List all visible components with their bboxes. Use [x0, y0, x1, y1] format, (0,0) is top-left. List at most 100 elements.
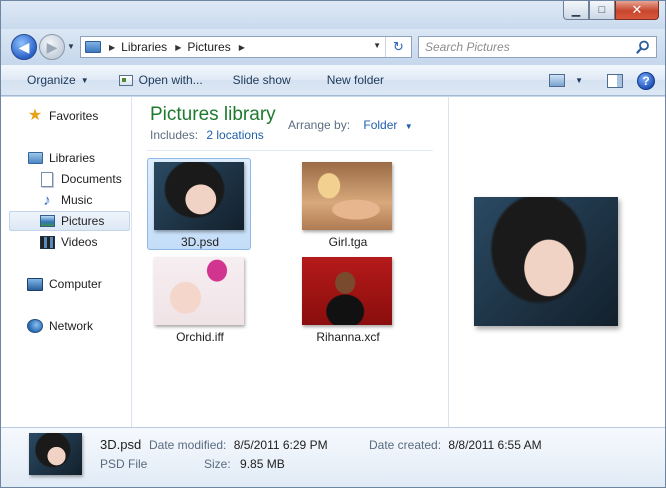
nav-music[interactable]: ♪ Music	[39, 190, 92, 210]
nav-libraries[interactable]: Libraries	[27, 148, 95, 168]
file-name: Rihanna.xcf	[316, 330, 380, 344]
chevron-down-icon: ▼	[80, 75, 89, 85]
forward-arrow-icon: ▶	[46, 38, 58, 55]
nav-network[interactable]: Network	[27, 316, 93, 336]
arrange-by-dropdown[interactable]: Folder	[363, 118, 397, 132]
help-button[interactable]: ?	[637, 71, 655, 90]
details-file-type: PSD File	[100, 457, 148, 471]
details-date-created: Date created: 8/8/2011 6:55 AM	[369, 438, 542, 452]
file-name: Orchid.iff	[176, 330, 224, 344]
nav-music-label: Music	[61, 193, 93, 207]
open-with-button[interactable]: Open with...	[99, 65, 213, 95]
size-label: Size:	[204, 457, 231, 471]
file-tile[interactable]: Orchid.iff	[147, 253, 251, 345]
nav-network-label: Network	[49, 319, 94, 333]
details-date-modified: Date modified: 8/5/2011 6:29 PM	[149, 438, 328, 452]
size-value: 9.85 MB	[240, 457, 285, 471]
maximize-button[interactable]: □	[589, 1, 615, 20]
details-thumbnail	[29, 433, 82, 475]
date-created-label: Date created:	[369, 438, 442, 452]
preview-image	[474, 197, 618, 326]
nav-pictures[interactable]: Pictures	[9, 211, 130, 231]
date-created-value[interactable]: 8/8/2011 6:55 AM	[448, 438, 541, 452]
details-pane: 3D.psd PSD File Date modified: 8/5/2011 …	[1, 427, 665, 487]
nav-favorites-label: Favorites	[49, 109, 99, 123]
nav-favorites[interactable]: ★ Favorites	[27, 106, 99, 126]
breadcrumb-separator-icon[interactable]: ▶	[175, 43, 181, 52]
address-bar[interactable]: ▶ Libraries ▶ Pictures ▶ ▼ ↻	[80, 36, 412, 58]
forward-button[interactable]: ▶	[39, 34, 65, 60]
videos-icon	[39, 235, 55, 249]
file-tile[interactable]: Rihanna.xcf	[295, 253, 399, 345]
file-thumbnail	[302, 162, 392, 230]
close-button[interactable]: ✕	[615, 1, 659, 20]
search-input[interactable]: Search Pictures	[418, 36, 657, 58]
breadcrumb-libraries[interactable]: Libraries	[121, 40, 167, 54]
nav-videos[interactable]: Videos	[39, 232, 97, 252]
includes-label: Includes:	[150, 128, 199, 142]
refresh-icon: ↻	[393, 39, 404, 54]
file-thumbnail	[302, 257, 392, 325]
title-bar[interactable]: ▁ □ ✕	[1, 1, 665, 29]
minimize-icon: ▁	[571, 4, 581, 17]
file-list-pane[interactable]: Pictures library Includes: 2 locations A…	[133, 97, 447, 427]
file-tile[interactable]: Girl.tga	[295, 158, 399, 250]
slide-show-label: Slide show	[232, 73, 291, 87]
caption-buttons: ▁ □ ✕	[563, 1, 659, 21]
help-icon: ?	[642, 73, 650, 88]
organize-label: Organize	[27, 73, 76, 87]
maximize-icon: □	[598, 4, 606, 16]
change-view-icon[interactable]	[549, 74, 566, 87]
file-thumbnail	[154, 162, 244, 230]
nav-videos-label: Videos	[61, 235, 98, 249]
view-chevron-down-icon[interactable]: ▼	[575, 76, 583, 85]
pictures-icon	[39, 215, 55, 227]
back-arrow-icon: ◀	[18, 38, 30, 55]
new-folder-button[interactable]: New folder	[301, 65, 394, 95]
arrange-by-label: Arrange by:	[288, 118, 351, 132]
date-modified-label: Date modified:	[149, 438, 227, 452]
open-with-label: Open with...	[138, 73, 203, 87]
back-button[interactable]: ◀	[11, 34, 37, 60]
file-name: 3D.psd	[180, 235, 220, 249]
includes-locations-link[interactable]: 2 locations	[206, 128, 263, 142]
breadcrumb-separator-icon[interactable]: ▶	[109, 43, 115, 52]
recent-pages-dropdown[interactable]: ▼	[67, 42, 75, 51]
nav-computer[interactable]: Computer	[27, 274, 102, 294]
file-thumbnail	[154, 257, 244, 325]
header-divider	[147, 150, 433, 151]
library-title: Pictures library	[150, 104, 276, 125]
library-includes: Includes: 2 locations	[150, 128, 264, 142]
details-file-name: 3D.psd	[100, 437, 142, 452]
content-area: ★ Favorites Libraries Documents ♪ Music …	[1, 97, 665, 427]
search-icon[interactable]	[636, 40, 650, 54]
music-note-icon: ♪	[43, 191, 51, 209]
address-dropdown-icon[interactable]: ▼	[373, 41, 381, 50]
explorer-window: ▁ □ ✕ ◀ ▶ ▼ ▶ Libraries ▶ Pictures ▶ ▼ ↻…	[0, 0, 666, 488]
computer-icon	[27, 277, 43, 291]
breadcrumb-separator-icon[interactable]: ▶	[239, 43, 245, 52]
pictures-folder-icon	[85, 41, 101, 53]
slide-show-button[interactable]: Slide show	[213, 65, 301, 95]
nav-pictures-label: Pictures	[61, 214, 105, 228]
file-name: Girl.tga	[328, 235, 368, 249]
preview-pane	[448, 97, 665, 427]
breadcrumb-pictures[interactable]: Pictures	[187, 40, 230, 54]
date-modified-value[interactable]: 8/5/2011 6:29 PM	[234, 438, 328, 452]
nav-documents[interactable]: Documents	[39, 169, 122, 189]
chevron-down-icon[interactable]: ▼	[405, 122, 413, 131]
documents-icon	[41, 171, 53, 187]
navigation-pane[interactable]: ★ Favorites Libraries Documents ♪ Music …	[1, 97, 132, 427]
network-icon	[27, 319, 43, 333]
minimize-button[interactable]: ▁	[563, 1, 589, 20]
preview-pane-toggle-icon[interactable]	[607, 73, 623, 88]
arrange-by: Arrange by: Folder ▼	[288, 118, 413, 132]
file-tile[interactable]: 3D.psd	[147, 158, 251, 250]
refresh-button[interactable]: ↻	[385, 37, 411, 57]
search-placeholder: Search Pictures	[425, 40, 510, 54]
nav-documents-label: Documents	[61, 172, 122, 186]
close-icon: ✕	[631, 2, 643, 17]
open-with-icon	[118, 74, 133, 86]
organize-button[interactable]: Organize ▼	[1, 65, 99, 95]
new-folder-label: New folder	[326, 73, 385, 87]
